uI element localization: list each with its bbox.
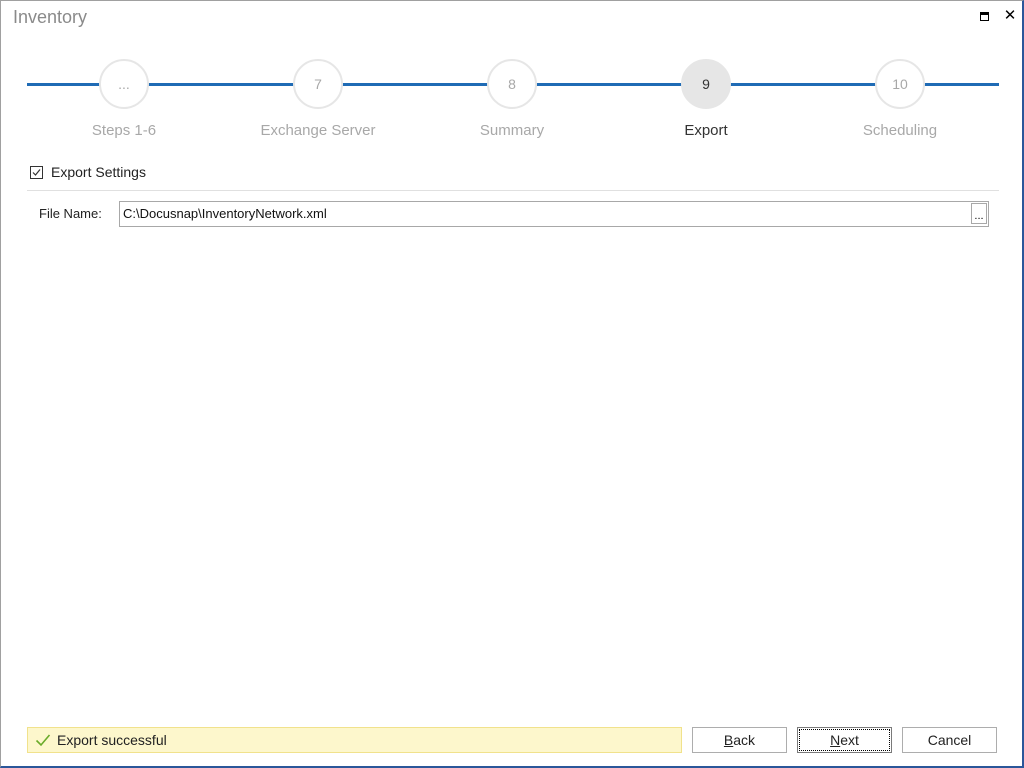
wizard-stepper: ... Steps 1-6 7 Exchange Server 8 Summar…	[27, 59, 999, 149]
step-label: Exchange Server	[260, 122, 376, 139]
section-divider	[27, 190, 999, 191]
export-settings-checkbox[interactable]	[30, 165, 43, 179]
step-scheduling[interactable]: 10 Scheduling	[820, 59, 980, 139]
file-name-input[interactable]: C:\Docusnap\InventoryNetwork.xml	[119, 201, 989, 227]
browse-button[interactable]: ...	[971, 203, 987, 224]
step-circle: 7	[293, 59, 343, 109]
step-exchange-server[interactable]: 7 Exchange Server	[238, 59, 398, 139]
close-icon: ✕	[1003, 7, 1017, 24]
step-label: Summary	[479, 122, 545, 139]
cancel-button[interactable]: Cancel	[902, 727, 997, 753]
next-label: Next	[830, 732, 859, 748]
step-export[interactable]: 9 Export	[626, 59, 786, 139]
close-button[interactable]: ✕	[1002, 8, 1018, 24]
file-name-label: File Name:	[39, 206, 102, 221]
maximize-button[interactable]	[976, 8, 992, 24]
step-circle: 10	[875, 59, 925, 109]
step-summary[interactable]: 8 Summary	[432, 59, 592, 139]
step-circle: 8	[487, 59, 537, 109]
step-steps-1-6[interactable]: ... Steps 1-6	[44, 59, 204, 139]
next-button[interactable]: Next	[797, 727, 892, 753]
export-settings-section: Export Settings	[30, 164, 146, 180]
status-text: Export successful	[57, 732, 167, 748]
maximize-icon	[979, 11, 989, 21]
back-button[interactable]: Back	[692, 727, 787, 753]
checkmark-icon	[35, 734, 51, 747]
step-label: Steps 1-6	[91, 122, 157, 139]
checkmark-icon	[32, 168, 41, 176]
status-bar: Export successful	[27, 727, 682, 753]
wizard-window: Inventory ✕ ... Steps 1-6 7 Exchange Ser…	[0, 0, 1024, 768]
export-settings-label: Export Settings	[51, 164, 146, 180]
step-label: Export	[684, 122, 728, 139]
step-circle: ...	[99, 59, 149, 109]
step-circle: 9	[681, 59, 731, 109]
step-label: Scheduling	[862, 122, 938, 139]
window-title: Inventory	[13, 7, 88, 27]
back-label: Back	[723, 732, 756, 748]
